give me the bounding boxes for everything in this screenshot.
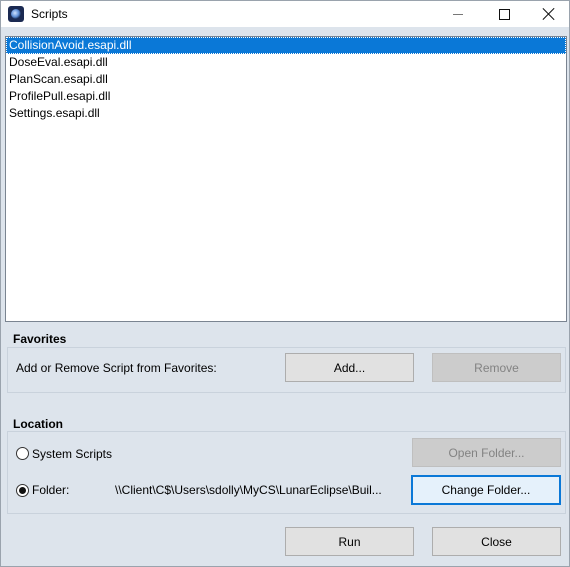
close-icon — [543, 8, 555, 20]
app-logo-icon — [8, 6, 24, 22]
close-window-button[interactable] — [526, 1, 570, 27]
title-bar: Scripts — [1, 1, 569, 27]
system-scripts-radio[interactable] — [16, 447, 29, 460]
system-scripts-label[interactable]: System Scripts — [32, 447, 112, 461]
minimize-button[interactable] — [435, 1, 481, 27]
minimize-icon — [453, 13, 463, 15]
maximize-icon — [498, 8, 510, 20]
run-button[interactable]: Run — [285, 527, 414, 556]
list-item-script[interactable]: ProfilePull.esapi.dll — [6, 88, 566, 105]
favorites-title: Favorites — [13, 332, 67, 346]
folder-label[interactable]: Folder: — [32, 483, 69, 497]
open-folder-button[interactable]: Open Folder... — [412, 438, 561, 467]
favorites-prompt: Add or Remove Script from Favorites: — [16, 361, 217, 375]
change-folder-button[interactable]: Change Folder... — [411, 475, 561, 505]
folder-radio[interactable] — [16, 484, 29, 497]
window-title: Scripts — [31, 7, 68, 21]
list-item-script[interactable]: CollisionAvoid.esapi.dll — [6, 37, 566, 54]
maximize-button[interactable] — [481, 1, 527, 27]
close-button[interactable]: Close — [432, 527, 561, 556]
scripts-dialog: Scripts CollisionAvoid.esapi.dll DoseEva… — [0, 0, 570, 567]
list-item-script[interactable]: PlanScan.esapi.dll — [6, 71, 566, 88]
scripts-list[interactable]: CollisionAvoid.esapi.dll DoseEval.esapi.… — [5, 36, 567, 322]
location-title: Location — [13, 417, 63, 431]
add-favorite-button[interactable]: Add... — [285, 353, 414, 382]
list-item-script[interactable]: Settings.esapi.dll — [6, 105, 566, 122]
list-item-script[interactable]: DoseEval.esapi.dll — [6, 54, 566, 71]
folder-path: \\Client\C$\Users\sdolly\MyCS\LunarEclip… — [115, 483, 382, 497]
remove-favorite-button[interactable]: Remove — [432, 353, 561, 382]
